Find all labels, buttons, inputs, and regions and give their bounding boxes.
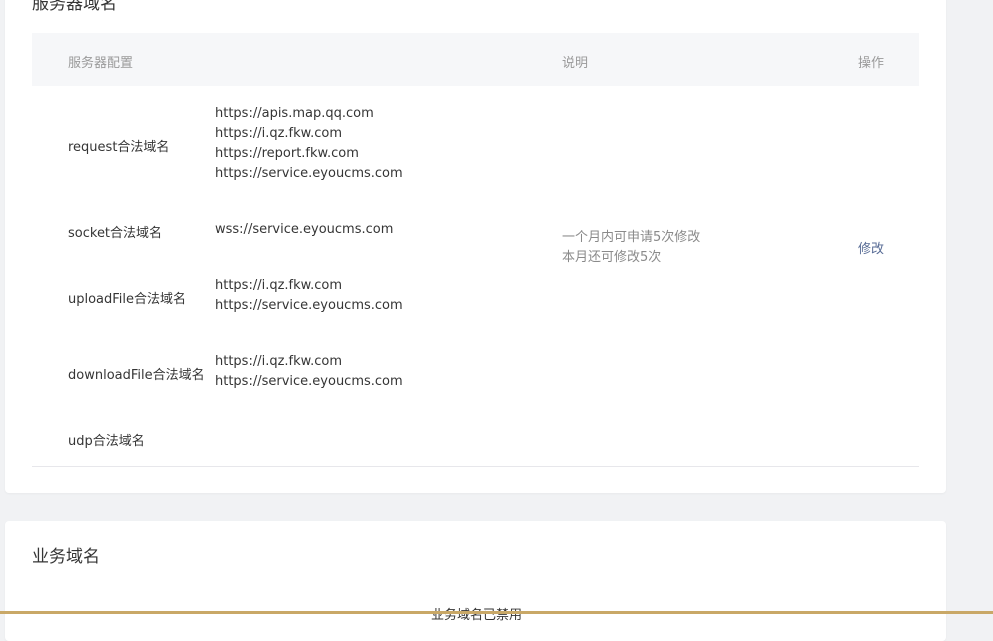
domain-value: https://i.qz.fkw.com — [215, 126, 342, 141]
row-values-uploadfile: https://i.qz.fkw.com https://service.eyo… — [215, 276, 403, 316]
row-values-socket: wss://service.eyoucms.com — [215, 220, 393, 240]
desc-line-2: 本月还可修改5次 — [562, 250, 662, 265]
header-desc: 说明 — [562, 56, 589, 71]
server-domain-card: 服务器域名 服务器配置 说明 操作 request合法域名 https://ap… — [5, 0, 946, 493]
domain-value: wss://service.eyoucms.com — [215, 222, 394, 237]
desc-line-1: 一个月内可申请5次修改 — [562, 230, 701, 245]
domain-value: https://service.eyoucms.com — [215, 166, 403, 181]
business-domain-title: 业务域名 — [32, 547, 100, 567]
row-label-request: request合法域名 — [68, 140, 170, 155]
business-domain-card: 业务域名 业务域名已禁用 — [5, 521, 946, 641]
table-header: 服务器配置 说明 操作 — [32, 33, 919, 86]
modify-button[interactable]: 修改 — [858, 238, 884, 257]
row-values-downloadfile: https://i.qz.fkw.com https://service.eyo… — [215, 352, 403, 392]
row-label-socket: socket合法域名 — [68, 226, 163, 241]
header-action: 操作 — [858, 56, 885, 71]
server-domain-title: 服务器域名 — [32, 0, 117, 14]
row-label-udp: udp合法域名 — [68, 434, 145, 449]
row-label-uploadfile: uploadFile合法域名 — [68, 292, 187, 307]
domain-value: https://service.eyoucms.com — [215, 298, 403, 313]
table-divider — [32, 466, 919, 467]
domain-value: https://service.eyoucms.com — [215, 374, 403, 389]
domain-value: https://i.qz.fkw.com — [215, 354, 342, 369]
domain-value: https://i.qz.fkw.com — [215, 278, 342, 293]
domain-value: https://apis.map.qq.com — [215, 106, 374, 121]
modify-quota-description: 一个月内可申请5次修改 本月还可修改5次 — [562, 228, 700, 268]
domain-value: https://report.fkw.com — [215, 146, 359, 161]
header-config: 服务器配置 — [68, 56, 134, 71]
row-values-request: https://apis.map.qq.com https://i.qz.fkw… — [215, 104, 403, 184]
row-label-downloadfile: downloadFile合法域名 — [68, 368, 205, 383]
